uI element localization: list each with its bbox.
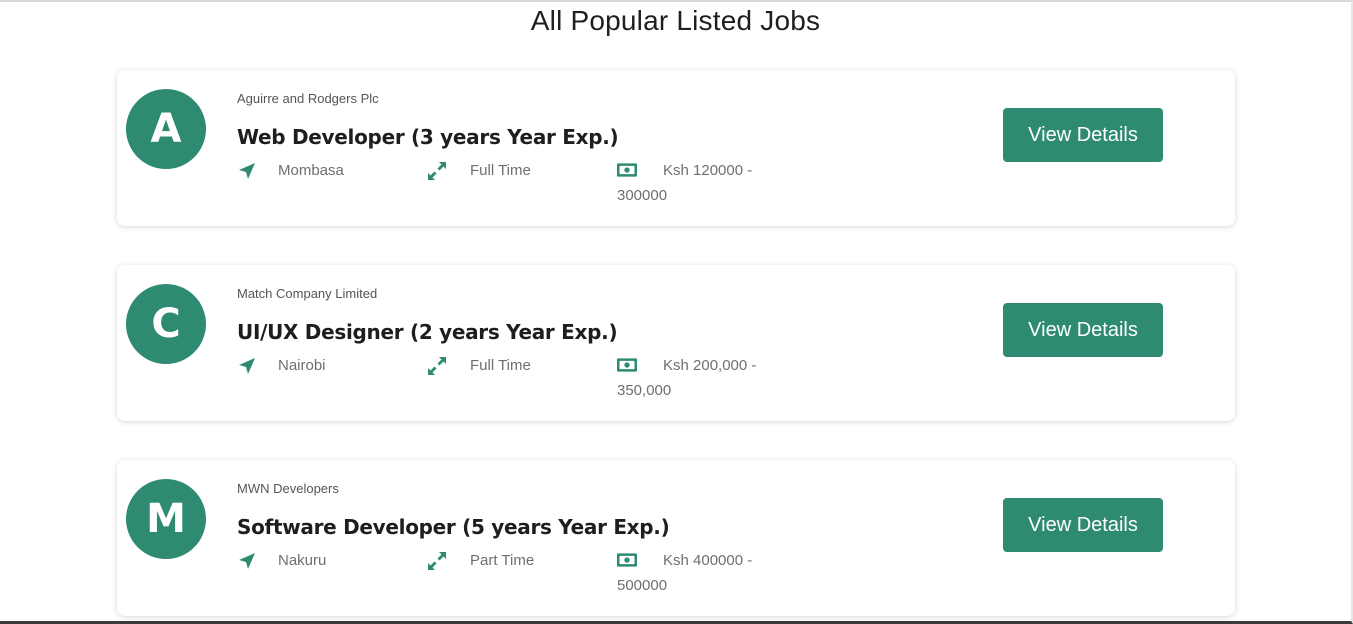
expand-arrows-icon — [427, 356, 447, 376]
view-details-button[interactable]: View Details — [1003, 498, 1163, 552]
view-details-button[interactable]: View Details — [1003, 108, 1163, 162]
job-salary: Ksh 120000 - 300000 — [617, 162, 753, 204]
job-type: Part Time — [470, 552, 535, 569]
company-name: MWN Developers — [237, 481, 339, 496]
job-salary: Ksh 400000 - 500000 — [617, 552, 753, 594]
job-card: C Match Company Limited UI/UX Designer (… — [117, 265, 1235, 421]
job-type: Full Time — [470, 357, 531, 374]
viewport: All Popular Listed Jobs A Aguirre and Ro… — [0, 0, 1353, 624]
page-title: All Popular Listed Jobs — [530, 5, 821, 36]
location-arrow-icon — [237, 356, 257, 376]
job-location: Nakuru — [278, 552, 327, 569]
job-card: M MWN Developers Software Developer (5 y… — [117, 460, 1235, 616]
job-type: Full Time — [470, 162, 531, 179]
expand-arrows-icon — [427, 551, 447, 571]
location-arrow-icon — [237, 551, 257, 571]
company-avatar: M — [126, 479, 206, 559]
company-name: Aguirre and Rodgers Plc — [237, 91, 379, 106]
company-avatar: C — [126, 284, 206, 364]
job-title: UI/UX Designer (2 years Year Exp.) — [237, 320, 618, 344]
job-title: Web Developer (3 years Year Exp.) — [237, 125, 619, 149]
job-location: Nairobi — [278, 357, 326, 374]
view-details-button[interactable]: View Details — [1003, 303, 1163, 357]
job-card: A Aguirre and Rodgers Plc Web Developer … — [117, 70, 1235, 226]
location-arrow-icon — [237, 161, 257, 181]
job-location: Mombasa — [278, 162, 344, 179]
job-title: Software Developer (5 years Year Exp.) — [237, 515, 670, 539]
company-avatar: A — [126, 89, 206, 169]
job-salary: Ksh 200,000 - 350,000 — [617, 357, 757, 399]
expand-arrows-icon — [427, 161, 447, 181]
company-name: Match Company Limited — [237, 286, 378, 301]
